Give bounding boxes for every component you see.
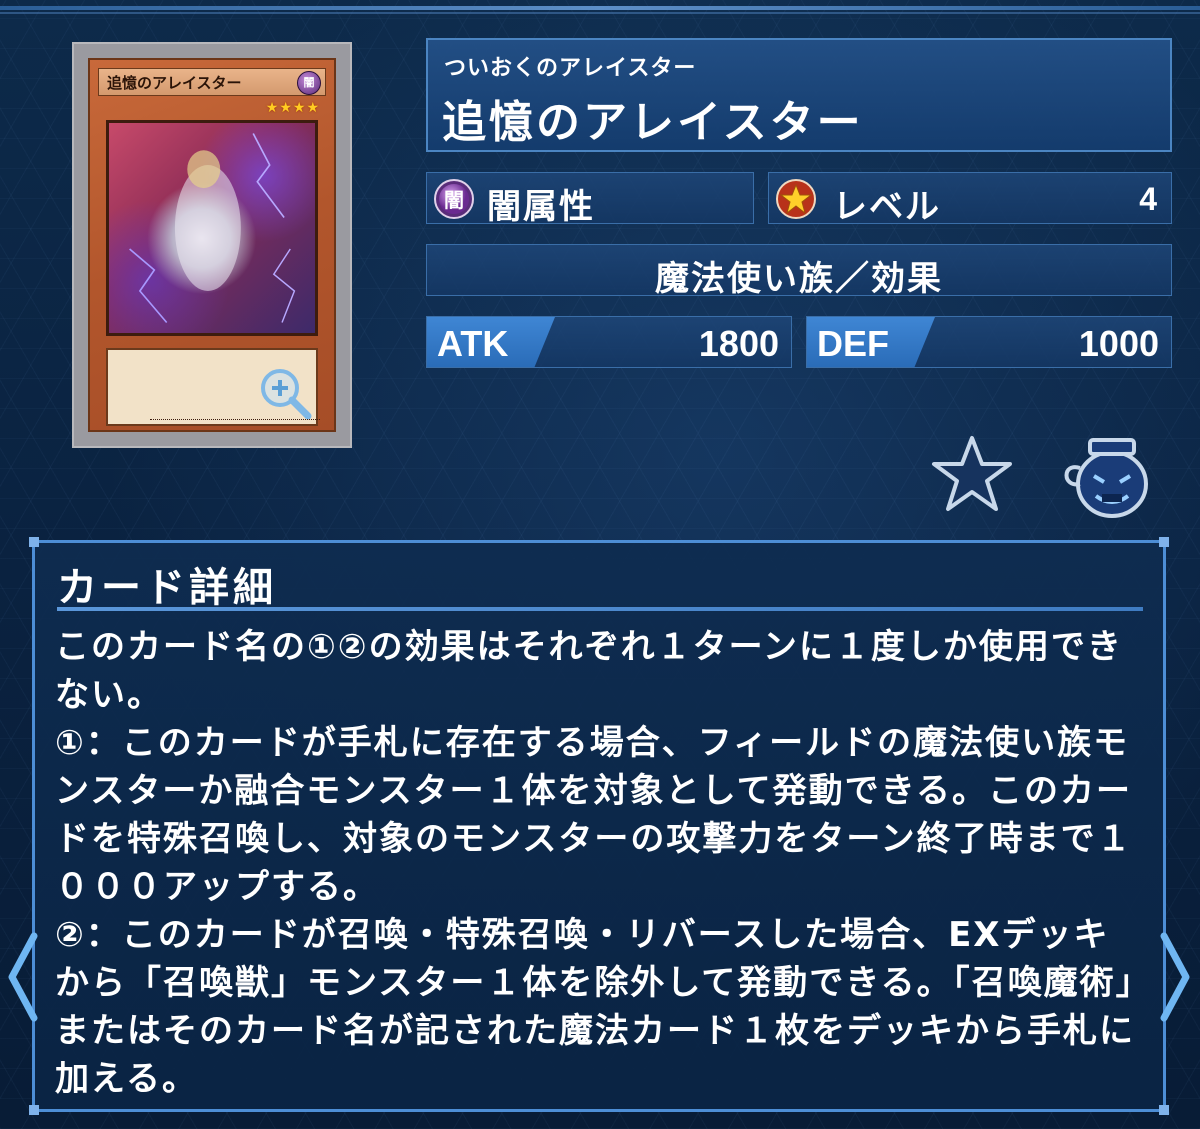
card-image-attribute-icon: 闇 (297, 71, 321, 95)
details-title: カード詳細 (57, 565, 277, 611)
corner-decoration (1159, 537, 1169, 547)
level-panel: レベル 4 (768, 172, 1172, 227)
card-image-frame[interactable]: 追憶のアレイスター 闇 ★★★★ (72, 42, 352, 448)
card-image-name-bar: 追憶のアレイスター 闇 (98, 68, 326, 96)
attribute-panel: 闇 闇属性 (426, 172, 754, 227)
card-furigana: ついおくのアレイスター (444, 56, 697, 81)
level-value: 4 (1139, 181, 1157, 217)
card-name-panel: ついおくのアレイスター 追憶のアレイスター (426, 38, 1172, 152)
card-details-box[interactable]: カード詳細 このカード名の①②の効果はそれぞれ１ターンに１度しか使用できない。 … (29, 537, 1169, 1115)
level-label: レベル (833, 187, 941, 227)
artwork-lightning (129, 133, 296, 324)
details-divider (57, 607, 1143, 611)
zoom-in-icon[interactable] (256, 364, 314, 422)
card-image-level-stars: ★★★★ (265, 100, 320, 116)
level-star-icon (776, 179, 816, 219)
chevron-right-icon[interactable] (1154, 932, 1194, 1022)
atk-panel: ATK 1800 (426, 316, 792, 368)
pot-of-greed-icon[interactable] (1058, 432, 1154, 518)
card-artwork (106, 120, 318, 336)
card-effect-text: このカード名の①②の効果はそれぞれ１ターンに１度しか使用できない。 ①：このカー… (55, 627, 1135, 1099)
atk-value: 1800 (698, 323, 779, 364)
atk-label: ATK (437, 323, 509, 364)
corner-decoration (29, 537, 39, 547)
dark-attribute-icon: 闇 (434, 179, 474, 219)
top-border (0, 6, 1200, 10)
chevron-left-icon[interactable] (4, 932, 44, 1022)
card-image-name: 追憶のアレイスター (107, 74, 242, 92)
dark-attribute-glyph: 闇 (444, 188, 464, 212)
def-value: 1000 (1078, 323, 1159, 364)
top-border-thin (0, 12, 1200, 14)
monster-type: 魔法使い族／効果 (655, 259, 943, 299)
card-image-footer (150, 419, 320, 426)
def-label: DEF (817, 323, 889, 364)
corner-decoration (1159, 1105, 1169, 1115)
type-panel: 魔法使い族／効果 (426, 244, 1172, 299)
attribute-label: 闇属性 (487, 187, 595, 227)
def-panel: DEF 1000 (806, 316, 1172, 368)
card-image: 追憶のアレイスター 闇 ★★★★ (88, 58, 336, 432)
card-title: 追憶のアレイスター (442, 97, 864, 148)
star-icon[interactable] (930, 434, 1014, 514)
corner-decoration (29, 1105, 39, 1115)
